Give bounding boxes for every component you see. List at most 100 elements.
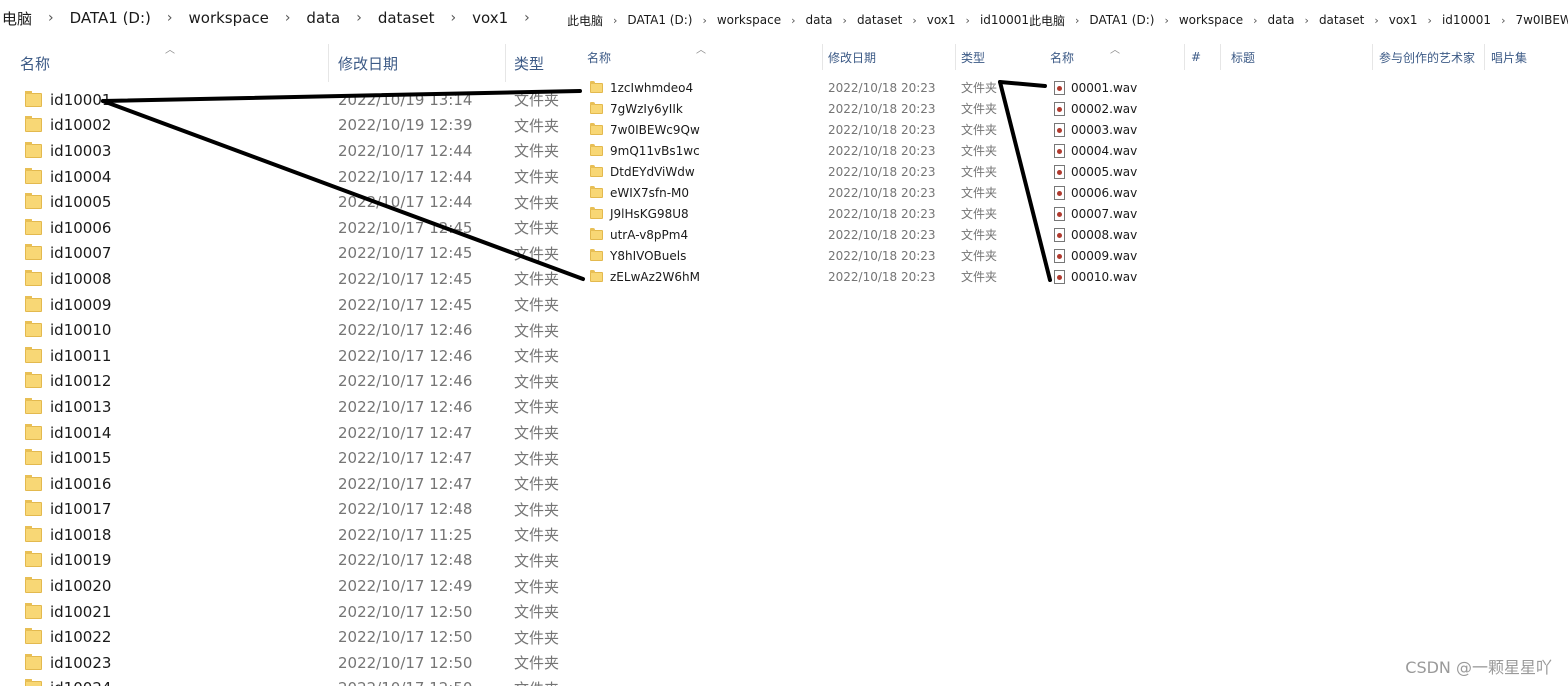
list-item[interactable]: 00003.wav (1030, 119, 1568, 140)
folder-icon (590, 206, 603, 219)
chevron-right-icon[interactable]: › (153, 10, 187, 26)
list-item[interactable]: id10004 2022/10/17 12:44 文件夹 (0, 164, 568, 190)
modified-date: 2022/10/17 12:50 (338, 653, 473, 672)
list-item[interactable]: zELwAz2W6hM 2022/10/18 20:23 文件夹 (568, 266, 1038, 287)
column-header-name[interactable]: ︿ 名称 (1030, 44, 1184, 70)
chevron-right-icon[interactable]: › (437, 10, 471, 26)
list-item[interactable]: 7gWzIy6yIIk 2022/10/18 20:23 文件夹 (568, 98, 1038, 119)
chevron-right-icon[interactable]: › (903, 14, 925, 27)
chevron-right-icon[interactable]: › (1419, 14, 1441, 27)
breadcrumb-item[interactable]: id10001 (1441, 13, 1492, 27)
breadcrumb-item[interactable]: 电脑 (0, 8, 34, 29)
list-item[interactable]: id10023 2022/10/17 12:50 文件夹 (0, 650, 568, 676)
list-item[interactable]: id10020 2022/10/17 12:49 文件夹 (0, 573, 568, 599)
list-item[interactable]: id10022 2022/10/17 12:50 文件夹 (0, 624, 568, 650)
chevron-right-icon[interactable]: › (1365, 14, 1387, 27)
list-item[interactable]: 00001.wav (1030, 77, 1568, 98)
list-item[interactable]: 1zcIwhmdeo4 2022/10/18 20:23 文件夹 (568, 77, 1038, 98)
list-item[interactable]: id10011 2022/10/17 12:46 文件夹 (0, 343, 568, 369)
breadcrumb-item[interactable]: workspace (716, 13, 782, 27)
chevron-right-icon[interactable]: › (957, 14, 979, 27)
list-item[interactable]: 00002.wav (1030, 98, 1568, 119)
breadcrumb-item[interactable]: dataset (1318, 13, 1365, 27)
list-item[interactable]: 00009.wav (1030, 245, 1568, 266)
chevron-right-icon[interactable]: › (510, 10, 544, 26)
list-item[interactable]: id10008 2022/10/17 12:45 文件夹 (0, 266, 568, 292)
list-item[interactable]: id10019 2022/10/17 12:48 文件夹 (0, 548, 568, 574)
chevron-right-icon[interactable]: › (1155, 14, 1177, 27)
column-header-album[interactable]: 唱片集 (1484, 44, 1568, 70)
column-header-name[interactable]: ︿ 名称 (568, 44, 822, 70)
breadcrumb-item[interactable]: data (805, 13, 834, 27)
list-item[interactable]: id10012 2022/10/17 12:46 文件夹 (0, 369, 568, 395)
chevron-right-icon[interactable]: › (1066, 14, 1088, 27)
breadcrumb-item[interactable]: workspace (187, 9, 271, 27)
chevron-right-icon[interactable]: › (1296, 14, 1318, 27)
breadcrumb-item[interactable]: DATA1 (D:) (626, 13, 693, 27)
audio-file-icon (1054, 101, 1065, 116)
list-item[interactable]: id10009 2022/10/17 12:45 文件夹 (0, 292, 568, 318)
list-item[interactable]: Y8hIVOBuels 2022/10/18 20:23 文件夹 (568, 245, 1038, 266)
chevron-right-icon[interactable]: › (1492, 14, 1514, 27)
list-item[interactable]: utrA-v8pPm4 2022/10/18 20:23 文件夹 (568, 224, 1038, 245)
list-item[interactable]: 00007.wav (1030, 203, 1568, 224)
list-item[interactable]: id10005 2022/10/17 12:44 文件夹 (0, 189, 568, 215)
breadcrumb-item[interactable]: 此电脑 (568, 12, 604, 29)
list-item[interactable]: 00006.wav (1030, 182, 1568, 203)
breadcrumb-item[interactable]: DATA1 (D:) (1088, 13, 1155, 27)
list-item[interactable]: id10014 2022/10/17 12:47 文件夹 (0, 420, 568, 446)
list-item[interactable]: id10010 2022/10/17 12:46 文件夹 (0, 317, 568, 343)
list-item[interactable]: 00004.wav (1030, 140, 1568, 161)
breadcrumb-item[interactable]: vox1 (926, 13, 957, 27)
column-header-title[interactable]: 标题 (1220, 44, 1372, 70)
column-header-name[interactable]: ︿ 名称 (0, 44, 328, 82)
chevron-right-icon[interactable]: › (693, 14, 715, 27)
column-header-type[interactable]: 类型 (505, 44, 568, 82)
list-item[interactable]: 00005.wav (1030, 161, 1568, 182)
file-name: id10024 (50, 679, 111, 686)
column-header-artists[interactable]: 参与创作的艺术家 (1372, 44, 1484, 70)
list-item[interactable]: id10016 2022/10/17 12:47 文件夹 (0, 471, 568, 497)
breadcrumb-item[interactable]: 7w0IBEWc9Qw (1514, 13, 1568, 27)
breadcrumb-item[interactable]: id10001 (979, 13, 1030, 27)
column-header-modified[interactable]: 修改日期 (822, 44, 955, 70)
list-item[interactable]: DtdEYdViWdw 2022/10/18 20:23 文件夹 (568, 161, 1038, 182)
list-item[interactable]: id10006 2022/10/17 12:45 文件夹 (0, 215, 568, 241)
breadcrumb-item[interactable]: workspace (1178, 13, 1244, 27)
chevron-right-icon[interactable]: › (834, 14, 856, 27)
chevron-right-icon[interactable]: › (342, 10, 376, 26)
column-header-type[interactable]: 类型 (955, 44, 1035, 70)
breadcrumb-item[interactable]: vox1 (1388, 13, 1419, 27)
breadcrumb-item[interactable]: 此电脑 (1030, 12, 1066, 29)
list-item[interactable]: 7w0IBEWc9Qw 2022/10/18 20:23 文件夹 (568, 119, 1038, 140)
chevron-right-icon[interactable]: › (271, 10, 305, 26)
breadcrumb-item[interactable]: vox1 (470, 9, 510, 27)
list-item[interactable]: id10013 2022/10/17 12:46 文件夹 (0, 394, 568, 420)
list-item[interactable]: 00010.wav (1030, 266, 1568, 287)
list-item[interactable]: id10018 2022/10/17 11:25 文件夹 (0, 522, 568, 548)
column-header-modified[interactable]: 修改日期 (328, 44, 505, 82)
list-item[interactable]: id10007 2022/10/17 12:45 文件夹 (0, 241, 568, 267)
list-item[interactable]: J9lHsKG98U8 2022/10/18 20:23 文件夹 (568, 203, 1038, 224)
breadcrumb-item[interactable]: data (1267, 13, 1296, 27)
list-item[interactable]: id10021 2022/10/17 12:50 文件夹 (0, 599, 568, 625)
list-item[interactable]: id10015 2022/10/17 12:47 文件夹 (0, 445, 568, 471)
chevron-right-icon[interactable]: › (782, 14, 804, 27)
chevron-right-icon[interactable]: › (34, 10, 68, 26)
breadcrumb-item[interactable]: dataset (856, 13, 903, 27)
list-item[interactable]: id10003 2022/10/17 12:44 文件夹 (0, 138, 568, 164)
chevron-right-icon[interactable]: › (604, 14, 626, 27)
list-item[interactable]: id10017 2022/10/17 12:48 文件夹 (0, 497, 568, 523)
breadcrumb-item[interactable]: data (304, 9, 342, 27)
list-item[interactable]: id10001 2022/10/19 13:14 文件夹 (0, 87, 568, 113)
breadcrumb-item[interactable]: DATA1 (D:) (68, 9, 153, 27)
list-item[interactable]: 9mQ11vBs1wc 2022/10/18 20:23 文件夹 (568, 140, 1038, 161)
chevron-right-icon[interactable]: › (1244, 14, 1266, 27)
breadcrumb-item[interactable]: dataset (376, 9, 437, 27)
list-item[interactable]: id10002 2022/10/19 12:39 文件夹 (0, 113, 568, 139)
column-header-number[interactable]: # (1184, 44, 1220, 70)
folder-icon (25, 628, 42, 645)
list-item[interactable]: eWIX7sfn-M0 2022/10/18 20:23 文件夹 (568, 182, 1038, 203)
list-item[interactable]: 00008.wav (1030, 224, 1568, 245)
list-item[interactable]: id10024 2022/10/17 12:50文件夹 (0, 676, 568, 686)
